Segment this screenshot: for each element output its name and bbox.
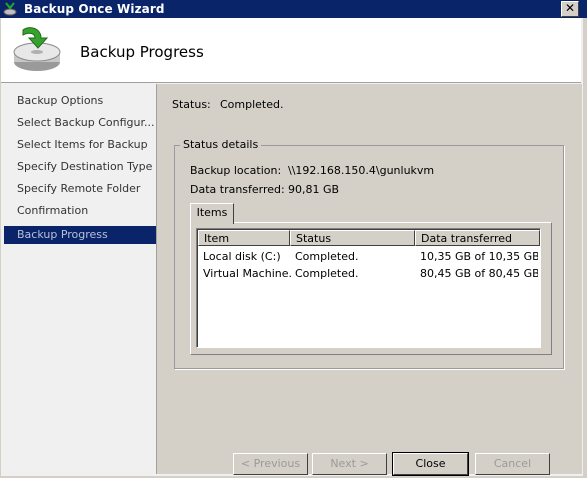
backup-disk-icon — [13, 27, 61, 71]
column-header-item[interactable]: Item — [198, 230, 290, 246]
nav-step-backup-progress[interactable]: Backup Progress — [4, 226, 156, 244]
nav-step-remote-folder[interactable]: Specify Remote Folder — [4, 180, 156, 198]
column-header-status[interactable]: Status — [290, 230, 415, 246]
title-bar[interactable]: Backup Once Wizard ✕ — [0, 0, 587, 18]
nav-step-select-backup-configuration[interactable]: Select Backup Configur... — [4, 114, 156, 132]
close-window-button[interactable]: ✕ — [561, 1, 579, 17]
close-button[interactable]: Close — [392, 452, 469, 476]
page-title: Backup Progress — [80, 43, 204, 61]
nav-step-confirmation[interactable]: Confirmation — [4, 202, 156, 220]
nav-step-backup-options[interactable]: Backup Options — [4, 92, 156, 110]
wizard-header: Backup Progress — [1, 18, 581, 83]
status-label: Status: — [172, 98, 211, 111]
backup-location-value: \\192.168.150.4\gunlukvm — [288, 164, 435, 177]
row-status-cell: Completed. — [295, 250, 359, 263]
items-list[interactable]: Item Status Data transferred Local disk … — [196, 228, 541, 348]
previous-button[interactable]: < Previous — [233, 453, 308, 475]
tab-items[interactable]: Items — [190, 203, 234, 224]
row-data-cell: 80,45 GB of 80,45 GB — [420, 267, 538, 280]
status-value: Completed. — [220, 98, 284, 111]
data-transferred-label: Data transferred: — [190, 183, 285, 196]
cancel-button[interactable]: Cancel — [475, 453, 550, 475]
row-item-cell: Virtual Machine... — [203, 267, 291, 280]
row-data-cell: 10,35 GB of 10,35 GB — [420, 250, 538, 263]
row-item-cell: Local disk (C:) — [203, 250, 281, 263]
wizard-steps-nav: Backup Options Select Backup Configur...… — [4, 84, 156, 474]
nav-step-destination-type[interactable]: Specify Destination Type — [4, 158, 156, 176]
status-details-legend: Status details — [180, 138, 262, 151]
backup-app-icon — [3, 2, 17, 16]
data-transferred-value: 90,81 GB — [288, 183, 340, 196]
nav-step-select-items[interactable]: Select Items for Backup — [4, 136, 156, 154]
backup-location-label: Backup location: — [190, 164, 282, 177]
wizard-content: Status: Completed. Status details Backup… — [156, 84, 582, 476]
wizard-window: Backup Progress Backup Options Select Ba… — [1, 18, 586, 478]
window-title: Backup Once Wizard — [24, 2, 165, 16]
column-header-data-transferred[interactable]: Data transferred — [415, 230, 540, 246]
next-button[interactable]: Next > — [312, 453, 387, 475]
row-status-cell: Completed. — [295, 267, 359, 280]
